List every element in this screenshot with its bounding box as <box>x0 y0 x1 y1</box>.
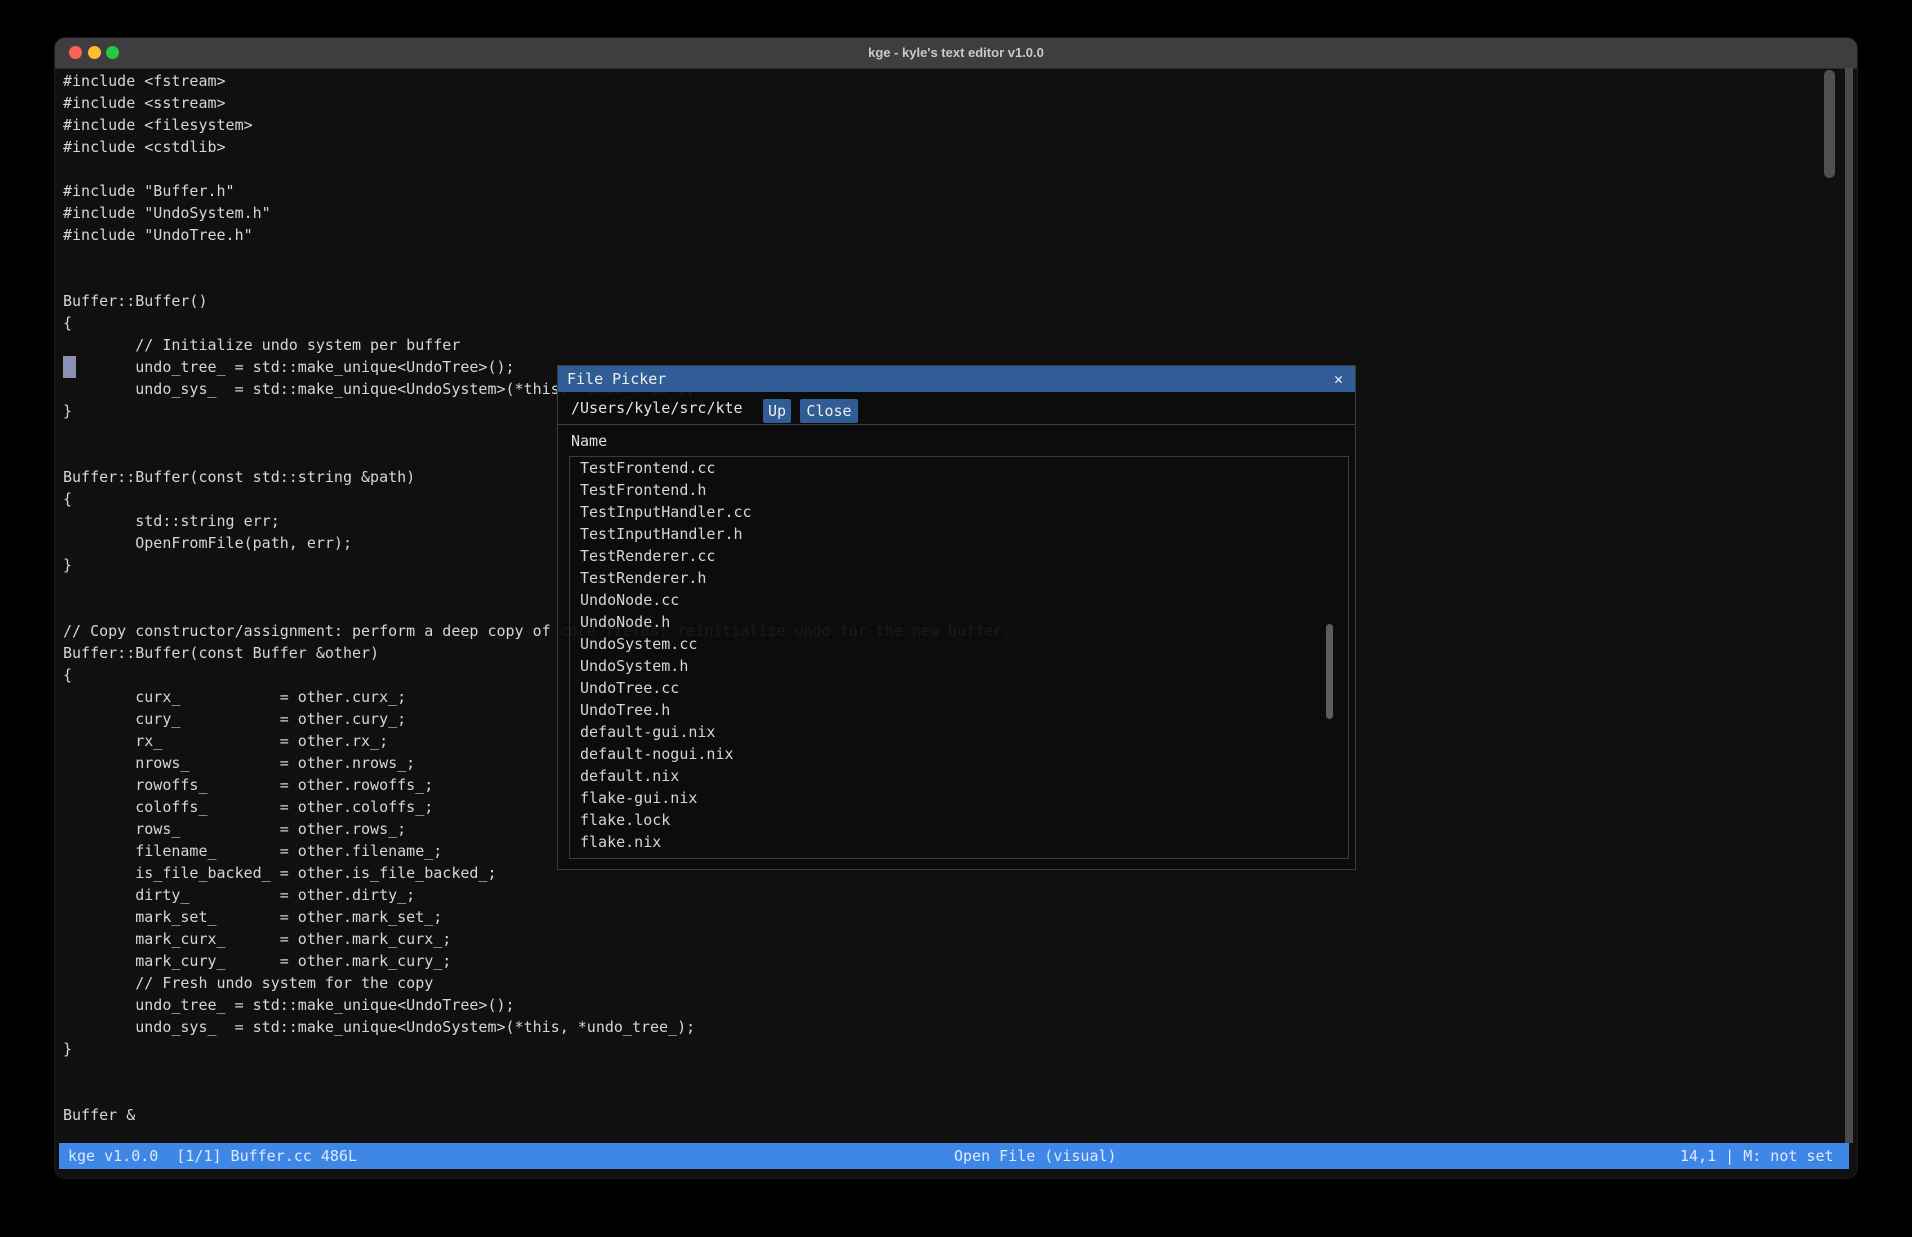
text-cursor <box>63 356 76 378</box>
list-item[interactable]: flake.nix <box>570 831 1348 853</box>
scrollbar-track[interactable] <box>1845 68 1853 1143</box>
list-item[interactable]: default.nix <box>570 765 1348 787</box>
file-picker-titlebar[interactable]: File Picker ✕ <box>558 366 1355 392</box>
list-item[interactable]: UndoSystem.h <box>570 655 1348 677</box>
status-mode: Open File (visual) <box>954 1143 1117 1169</box>
divider <box>558 424 1355 425</box>
window-title: kge - kyle's text editor v1.0.0 <box>55 38 1857 68</box>
status-cursor-position: 14,1 | M: not set <box>1680 1143 1834 1169</box>
list-item[interactable]: flake-gui.nix <box>570 787 1348 809</box>
current-path: /Users/kyle/src/kte <box>571 392 743 424</box>
list-item[interactable]: default-nogui.nix <box>570 743 1348 765</box>
list-item[interactable]: TestRenderer.h <box>570 567 1348 589</box>
close-icon[interactable]: ✕ <box>1334 366 1343 392</box>
list-item[interactable]: UndoNode.h <box>570 611 1348 633</box>
editor-window: kge - kyle's text editor v1.0.0 #include… <box>55 38 1857 1178</box>
list-item[interactable]: UndoNode.cc <box>570 589 1348 611</box>
close-button[interactable]: Close <box>800 399 858 423</box>
list-item[interactable]: TestRenderer.cc <box>570 545 1348 567</box>
up-button[interactable]: Up <box>763 399 791 423</box>
list-item[interactable]: TestFrontend.h <box>570 479 1348 501</box>
file-list: TestFrontend.ccTestFrontend.hTestInputHa… <box>569 456 1349 859</box>
list-item[interactable]: UndoTree.cc <box>570 677 1348 699</box>
list-item[interactable]: TestInputHandler.cc <box>570 501 1348 523</box>
list-item[interactable]: default-gui.nix <box>570 721 1348 743</box>
file-list-scrollbar-thumb[interactable] <box>1326 624 1333 719</box>
file-picker-dialog: File Picker ✕ /Users/kyle/src/kte Up Clo… <box>557 365 1356 870</box>
status-bar: kge v1.0.0 [1/1] Buffer.cc 486L Open Fil… <box>59 1143 1849 1169</box>
list-item[interactable]: UndoSystem.cc <box>570 633 1348 655</box>
window-titlebar[interactable]: kge - kyle's text editor v1.0.0 <box>55 38 1857 69</box>
list-item[interactable]: flake.lock <box>570 809 1348 831</box>
list-item[interactable]: TestFrontend.cc <box>570 457 1348 479</box>
scrollbar-thumb[interactable] <box>1824 70 1835 178</box>
status-app-info: kge v1.0.0 [1/1] Buffer.cc 486L <box>68 1143 357 1169</box>
column-header-name: Name <box>571 426 607 456</box>
path-row: /Users/kyle/src/kte Up Close <box>558 392 1355 424</box>
list-item[interactable]: UndoTree.h <box>570 699 1348 721</box>
file-picker-title: File Picker <box>567 366 666 392</box>
desktop: kge - kyle's text editor v1.0.0 #include… <box>0 0 1912 1237</box>
list-item[interactable]: TestInputHandler.h <box>570 523 1348 545</box>
